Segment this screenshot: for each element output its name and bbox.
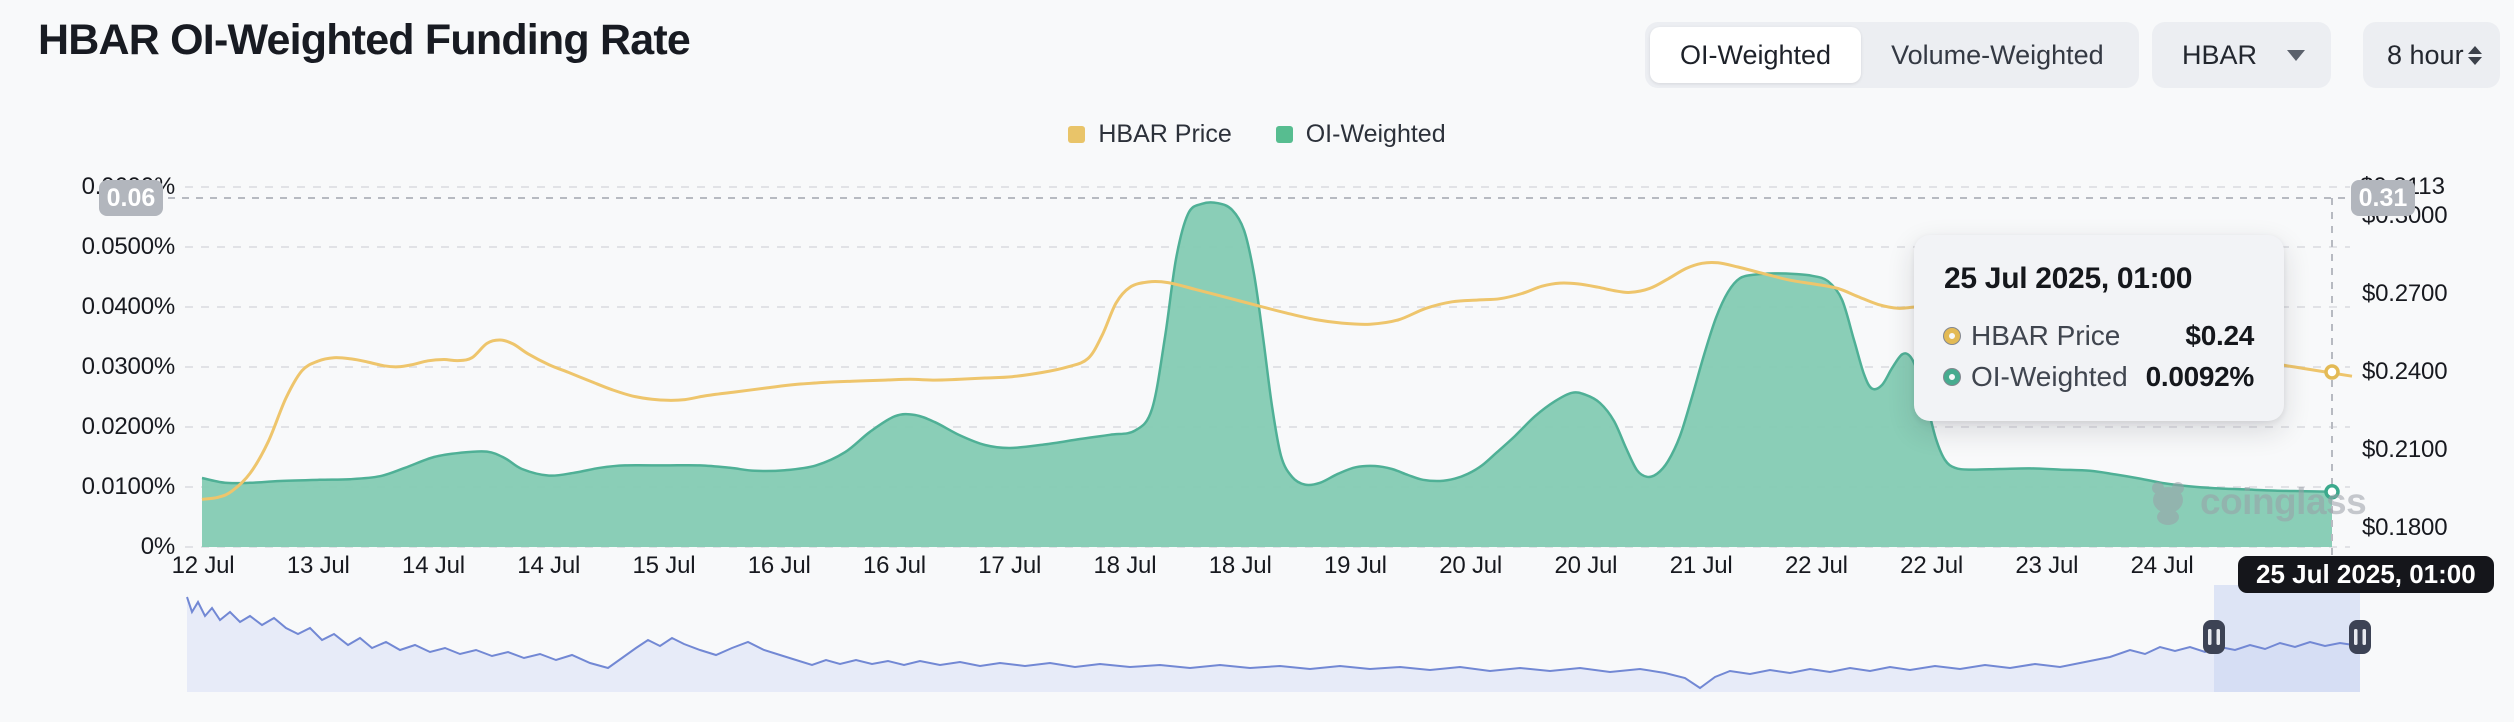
x-axis-label: 12 Jul	[171, 552, 235, 579]
chart-legend: HBAR Price OI-Weighted	[0, 120, 2514, 149]
right-axis-label: $0.1800	[2362, 514, 2448, 541]
navigator-selection[interactable]	[2214, 585, 2360, 692]
x-axis-label: 20 Jul	[1554, 552, 1618, 579]
watermark-text: coinglass	[2200, 481, 2367, 522]
x-axis-label: 20 Jul	[1439, 552, 1503, 579]
tooltip-row-oi-weighted: OI-Weighted 0.0092%	[1944, 361, 2254, 393]
x-axis-label: 14 Jul	[402, 552, 465, 579]
tab-oi-weighted[interactable]: OI-Weighted	[1650, 27, 1862, 83]
price-point-marker	[2324, 364, 2340, 380]
x-axis-label: 17 Jul	[978, 552, 1042, 579]
left-axis-label: 0.0300%	[81, 353, 176, 380]
symbol-dropdown-value: HBAR	[2182, 39, 2258, 70]
x-axis-label: 15 Jul	[632, 552, 696, 579]
legend-item-oi-weighted[interactable]: OI-Weighted	[1275, 120, 1446, 149]
x-axis-label: 19 Jul	[1323, 552, 1387, 579]
legend-label: OI-Weighted	[1305, 120, 1446, 148]
tooltip-value: $0.24	[2185, 320, 2254, 351]
symbol-dropdown[interactable]: HBAR	[2152, 22, 2331, 88]
x-axis-label: 22 Jul	[1784, 552, 1848, 579]
tooltip-value: 0.0092%	[2145, 361, 2255, 392]
interval-selector[interactable]: 8 hour	[2363, 22, 2500, 88]
left-axis-label: 0.0500%	[81, 233, 176, 260]
x-axis-label: 18 Jul	[1208, 552, 1272, 579]
coinglass-logo-icon	[2152, 482, 2184, 525]
x-axis-label: 23 Jul	[2015, 552, 2079, 579]
left-axis-label: 0.0100%	[81, 473, 176, 500]
left-axis-label: 0.0200%	[81, 413, 176, 440]
navigator-line	[186, 596, 2361, 690]
page-title: HBAR OI-Weighted Funding Rate	[38, 16, 691, 64]
left-axis-label: 0%	[140, 533, 175, 560]
x-axis-label: 22 Jul	[1900, 552, 1964, 579]
tooltip-row-hbar-price: HBAR Price $0.24	[1944, 320, 2254, 352]
navigator-handle-right[interactable]	[2349, 620, 2371, 654]
series-marker-green-icon	[1944, 369, 1960, 385]
x-axis-label: 24 Jul	[2130, 552, 2194, 579]
weighting-toggle: OI-Weighted Volume-Weighted	[1645, 22, 2139, 88]
legend-label: HBAR Price	[1098, 120, 1232, 148]
crosshair-left-axis-badge: 0.06	[99, 180, 163, 216]
left-axis-label: 0.0400%	[81, 293, 176, 320]
tooltip-label: OI-Weighted	[1971, 361, 2128, 392]
coinglass-watermark: coinglass	[2146, 478, 2367, 526]
chart-tooltip: 25 Jul 2025, 01:00 HBAR Price $0.24 OI-W…	[1914, 235, 2284, 421]
x-axis-label: 16 Jul	[863, 552, 926, 579]
up-down-arrows-icon[interactable]	[2468, 45, 2482, 65]
series-marker-yellow-icon	[1944, 328, 1960, 344]
navigator-area[interactable]	[187, 597, 2360, 692]
legend-swatch-yellow	[1068, 126, 1086, 143]
x-axis-label: 13 Jul	[286, 552, 350, 579]
right-axis-label: $0.2700	[2362, 280, 2448, 307]
legend-item-hbar-price[interactable]: HBAR Price	[1068, 120, 1232, 149]
right-axis-label: $0.2400	[2362, 358, 2448, 385]
x-axis-label: 14 Jul	[517, 552, 581, 579]
x-axis-label: 21 Jul	[1669, 552, 1733, 579]
chevron-down-icon	[2287, 49, 2305, 61]
tab-volume-weighted[interactable]: Volume-Weighted	[1861, 27, 2134, 83]
crosshair-date-badge: 25 Jul 2025, 01:00	[2238, 556, 2494, 593]
tooltip-date: 25 Jul 2025, 01:00	[1944, 262, 2193, 295]
x-axis-label: 16 Jul	[747, 552, 811, 579]
interval-value: 8 hour	[2387, 39, 2464, 70]
crosshair-right-axis-badge: 0.31	[2351, 180, 2415, 216]
right-axis-label: $0.2100	[2362, 436, 2448, 463]
tooltip-label: HBAR Price	[1971, 320, 2121, 351]
legend-swatch-green	[1275, 126, 1293, 143]
x-axis-label: 18 Jul	[1093, 552, 1157, 579]
navigator-handle-left[interactable]	[2203, 620, 2225, 654]
